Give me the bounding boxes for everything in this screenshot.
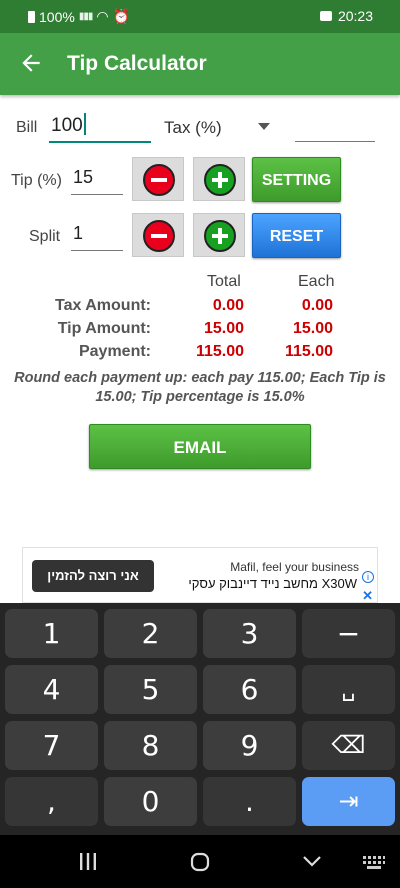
- payment-total: 115.00: [195, 343, 244, 360]
- tax-input[interactable]: [295, 113, 375, 142]
- tip-amount-each: 15.00: [292, 320, 333, 337]
- clock: 20:23: [337, 8, 373, 24]
- tip-input[interactable]: 15: [71, 167, 123, 195]
- tip-value: 15: [73, 167, 94, 187]
- key-1[interactable]: 1: [5, 609, 98, 658]
- tip-amount-total: 15.00: [203, 320, 244, 337]
- next-key[interactable]: ⇥: [302, 777, 395, 826]
- ad-info-icon[interactable]: i: [362, 571, 374, 583]
- status-left: 100% ▮▮▮ ◠ ⏰: [28, 8, 130, 25]
- backspace-key[interactable]: ⌫: [302, 721, 395, 770]
- bill-input[interactable]: 100: [49, 113, 151, 143]
- key-minus[interactable]: −: [302, 609, 395, 658]
- tax-dropdown[interactable]: Tax (%): [164, 118, 222, 138]
- split-input[interactable]: 1: [71, 223, 123, 251]
- key-2[interactable]: 2: [104, 609, 197, 658]
- recent-apps-icon[interactable]: [79, 853, 97, 870]
- plus-icon: [204, 164, 236, 196]
- tip-increase-button[interactable]: [193, 157, 245, 201]
- key-6[interactable]: 6: [203, 665, 296, 714]
- tip-decrease-button[interactable]: [132, 157, 184, 201]
- text-caret: [83, 113, 86, 135]
- split-increase-button[interactable]: [193, 213, 245, 257]
- each-header: Each: [298, 273, 335, 290]
- bill-label: Bill: [16, 119, 38, 136]
- key-5[interactable]: 5: [104, 665, 197, 714]
- status-right: 20:23: [319, 8, 373, 24]
- payment-label: Payment:: [78, 343, 151, 360]
- chevron-down-icon[interactable]: [258, 123, 270, 130]
- minus-icon: [143, 164, 175, 196]
- plus-icon: [204, 220, 236, 252]
- split-decrease-button[interactable]: [132, 213, 184, 257]
- system-nav-bar: [0, 835, 400, 888]
- reset-button[interactable]: RESET: [252, 213, 341, 258]
- home-icon[interactable]: [190, 852, 210, 872]
- ad-close-icon[interactable]: ✕: [362, 588, 373, 604]
- key-3[interactable]: 3: [203, 609, 296, 658]
- email-button[interactable]: EMAIL: [89, 424, 311, 469]
- app-title: Tip Calculator: [67, 52, 207, 75]
- tip-label: Tip (%): [11, 172, 62, 189]
- bill-value: 100: [51, 115, 83, 136]
- status-bar: 100% ▮▮▮ ◠ ⏰ 20:23: [0, 0, 400, 33]
- key-comma[interactable]: ,: [5, 777, 98, 826]
- key-8[interactable]: 8: [104, 721, 197, 770]
- app-bar: Tip Calculator: [0, 33, 400, 95]
- message-icon: [319, 11, 332, 21]
- key-4[interactable]: 4: [5, 665, 98, 714]
- setting-button[interactable]: SETTING: [252, 157, 341, 202]
- ad-cta-button[interactable]: אני רוצה להזמין: [32, 560, 154, 592]
- split-value: 1: [73, 223, 84, 243]
- minus-icon: [143, 220, 175, 252]
- tax-amount-total: 0.00: [212, 297, 244, 314]
- ad-headline: מחשב נייד דיינבוק עסקי X30W: [188, 576, 357, 591]
- signal-icon: ▮▮▮: [78, 11, 93, 22]
- numeric-keyboard: 1 2 3 − 4 5 6 ␣ 7 8 9 ⌫ , 0 . ⇥: [0, 603, 400, 835]
- battery-level: 100%: [39, 8, 75, 25]
- key-period[interactable]: .: [203, 777, 296, 826]
- tax-amount-each: 0.00: [301, 297, 333, 314]
- key-0[interactable]: 0: [104, 777, 197, 826]
- space-key[interactable]: ␣: [302, 665, 395, 714]
- nav-back-down-icon[interactable]: [302, 855, 322, 867]
- split-label: Split: [29, 228, 61, 245]
- ad-banner[interactable]: אני רוצה להזמין Mafil, feel your busines…: [22, 547, 378, 603]
- alarm-icon: ⏰: [112, 8, 130, 24]
- key-9[interactable]: 9: [203, 721, 296, 770]
- key-7[interactable]: 7: [5, 721, 98, 770]
- summary-text: Round each payment up: each pay 115.00; …: [14, 370, 386, 405]
- tax-amount-label: Tax Amount:: [55, 297, 151, 314]
- total-header: Total: [207, 273, 241, 290]
- tip-amount-label: Tip Amount:: [57, 320, 151, 337]
- keyboard-switch-icon[interactable]: [362, 855, 386, 871]
- tax-selected: Tax (%): [164, 118, 222, 137]
- ad-advertiser: Mafil, feel your business: [230, 560, 359, 574]
- payment-each: 115.00: [284, 343, 333, 360]
- back-arrow-icon[interactable]: [18, 50, 44, 76]
- battery-icon: [28, 10, 35, 23]
- wifi-icon: ◠: [96, 8, 109, 24]
